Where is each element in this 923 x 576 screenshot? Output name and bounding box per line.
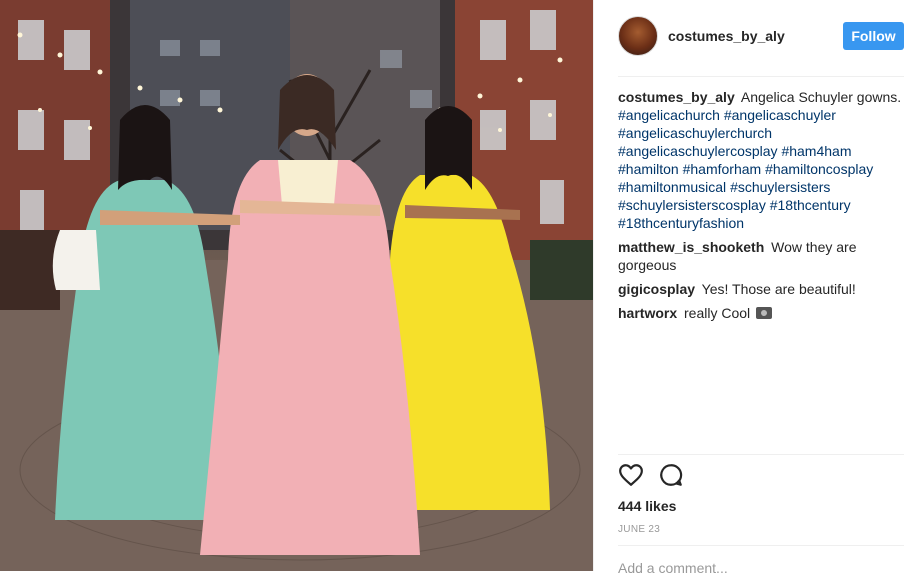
hashtag-link[interactable]: #18thcentury	[770, 197, 851, 213]
caption: costumes_by_aly Angelica Schuyler gowns.…	[618, 88, 908, 232]
camera-icon	[756, 307, 773, 319]
header-divider	[618, 76, 904, 77]
comment-username[interactable]: hartworx	[618, 305, 677, 321]
hashtag-link[interactable]: #hamiltonmusical	[618, 179, 726, 195]
hashtag-link[interactable]: #angelicaschuylercosplay	[618, 143, 778, 159]
caption-text: Angelica Schuyler gowns.	[740, 89, 902, 105]
author-username[interactable]: costumes_by_aly	[668, 28, 785, 44]
hashtag-link[interactable]: #schuylersisters	[730, 179, 830, 195]
hashtag-link[interactable]: #hamforham	[683, 161, 762, 177]
comment-item: matthew_is_shooketh Wow they are gorgeou…	[618, 238, 908, 274]
comment-input-divider	[618, 545, 904, 546]
comment-text: Yes! Those are beautiful!	[701, 281, 856, 297]
hashtag-link[interactable]: #hamiltoncosplay	[765, 161, 873, 177]
hashtag-link[interactable]: #angelicaschuyler	[724, 107, 836, 123]
hashtag-link[interactable]: #18thcenturyfashion	[618, 215, 744, 231]
comment-icon[interactable]	[658, 462, 686, 490]
post-header: costumes_by_aly Follow	[594, 0, 923, 76]
hashtag-link[interactable]: #schuylersisterscosplay	[618, 197, 766, 213]
post-details-panel: costumes_by_aly Follow costumes_by_aly A…	[593, 0, 923, 576]
actions-divider	[618, 454, 904, 455]
hashtag-link[interactable]: #angelicachurch	[618, 107, 720, 123]
caption-username[interactable]: costumes_by_aly	[618, 89, 735, 105]
comment-item: gigicosplay Yes! Those are beautiful!	[618, 280, 908, 298]
post-photo-illustration	[0, 0, 593, 571]
comment-text: really Cool	[684, 305, 751, 321]
hashtag-link[interactable]: #hamilton	[618, 161, 679, 177]
hashtag-link[interactable]: #ham4ham	[781, 143, 851, 159]
comment-username[interactable]: matthew_is_shooketh	[618, 239, 764, 255]
hashtag-link[interactable]: #angelicaschuylerchurch	[618, 125, 772, 141]
comment-username[interactable]: gigicosplay	[618, 281, 695, 297]
add-comment-input[interactable]	[618, 560, 904, 576]
post-photo[interactable]	[0, 0, 593, 571]
comment-item: hartworx really Cool	[618, 304, 908, 322]
like-count[interactable]: 444 likes	[618, 498, 676, 514]
follow-button[interactable]: Follow	[843, 22, 904, 50]
heart-icon[interactable]	[618, 462, 646, 490]
post-date[interactable]: JUNE 23	[618, 524, 660, 535]
comments-list: costumes_by_aly Angelica Schuyler gowns.…	[618, 88, 908, 328]
avatar[interactable]	[618, 16, 658, 56]
caption-hashtags: #angelicachurch #angelicaschuyler #angel…	[618, 107, 873, 231]
